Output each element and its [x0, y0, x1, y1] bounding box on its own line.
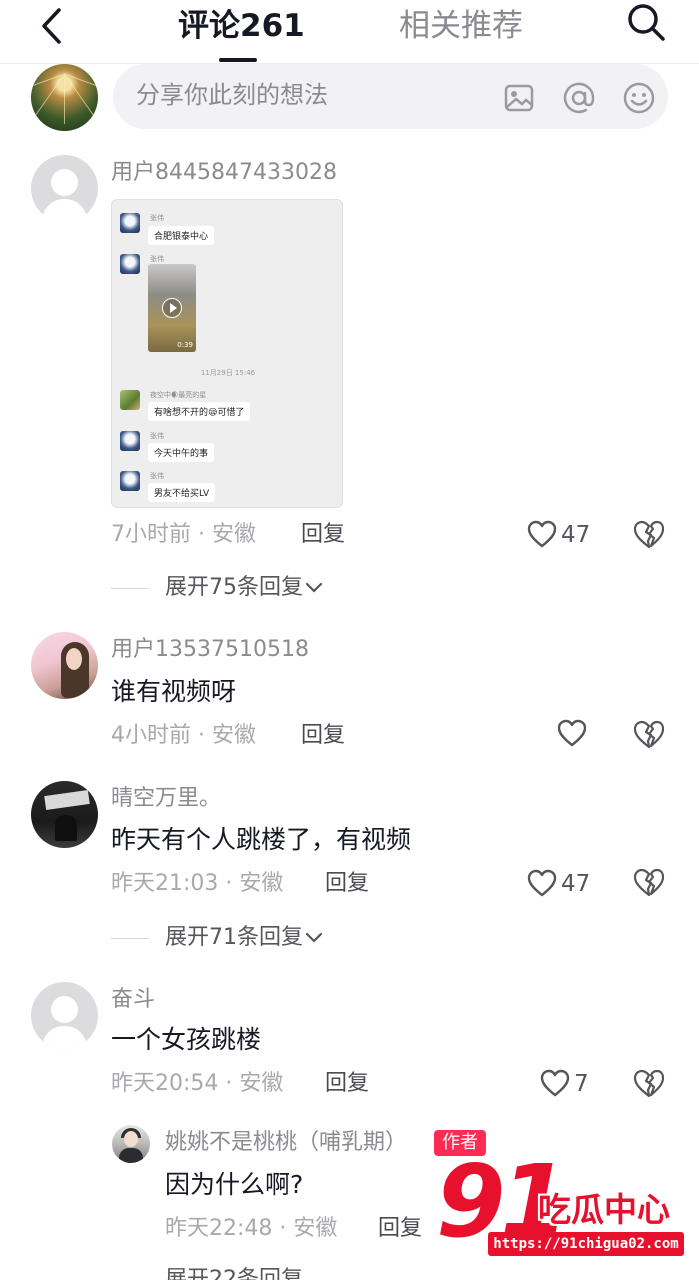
search-button[interactable]: [624, 0, 668, 44]
video-duration: 0:39: [177, 341, 193, 349]
chat-sender-name: 张伟: [150, 255, 164, 263]
reply-username[interactable]: 姚姚不是桃桃（哺乳期）: [165, 1127, 407, 1159]
expand-replies-label: 展开75条回复: [165, 575, 303, 600]
expand-replies-button[interactable]: 展开75条回复: [111, 572, 325, 604]
like-button[interactable]: 47: [527, 518, 590, 552]
chat-message: 有啥想不开的😪可惜了: [148, 402, 251, 421]
chevron-down-icon: [305, 582, 323, 593]
chat-timestamp: 11月29日 15:46: [200, 369, 256, 377]
commenter-avatar[interactable]: [31, 781, 98, 848]
reply-meta: 昨天22:48 · 安徽: [165, 1216, 338, 1241]
chat-video-thumbnail: 0:39: [148, 264, 196, 352]
chat-sender-name: 张伟: [150, 432, 164, 440]
top-nav-bar: 评论261 相关推荐: [0, 0, 699, 64]
commenter-avatar[interactable]: [31, 982, 98, 1049]
chat-avatar: [120, 213, 140, 233]
image-icon[interactable]: [502, 81, 536, 115]
reply-author-avatar[interactable]: [112, 1125, 150, 1163]
broken-heart-dislike-icon[interactable]: [632, 1067, 666, 1101]
broken-heart-dislike-icon[interactable]: [632, 518, 666, 552]
like-button[interactable]: 7: [540, 1067, 589, 1101]
reply-button[interactable]: 回复: [301, 519, 345, 551]
comment-meta: 7小时前 · 安徽: [111, 522, 256, 547]
like-button[interactable]: 47: [527, 867, 590, 901]
comment-meta: 4小时前 · 安徽: [111, 723, 256, 748]
heart-icon: [540, 1069, 570, 1097]
chat-message: 男友不给买LV: [148, 483, 216, 502]
comment-meta: 昨天20:54 · 安徽: [111, 1071, 284, 1096]
broken-heart-dislike-icon[interactable]: [632, 718, 666, 752]
reply-button[interactable]: 回复: [378, 1213, 422, 1245]
heart-icon: [527, 520, 557, 548]
like-count: 47: [561, 522, 591, 548]
comment-username[interactable]: 晴空万里。: [111, 783, 221, 815]
chevron-down-icon: [305, 932, 323, 943]
heart-icon[interactable]: [557, 719, 587, 749]
expand-replies-label: 展开71条回复: [165, 925, 303, 950]
chat-sender-name: 张伟: [150, 472, 164, 480]
search-icon: [628, 4, 665, 41]
tab-related-recommendations[interactable]: 相关推荐: [399, 4, 523, 48]
chat-avatar: [120, 390, 140, 410]
chat-sender-name: 张伟: [150, 214, 164, 222]
chat-avatar: [120, 431, 140, 451]
reply-button[interactable]: 回复: [325, 1068, 369, 1100]
comment-meta: 昨天21:03 · 安徽: [111, 871, 284, 896]
reply-button[interactable]: 回复: [325, 868, 369, 900]
expand-replies-button[interactable]: 展开22条回复: [165, 1264, 303, 1280]
comment-username[interactable]: 奋斗: [111, 984, 155, 1016]
comment-image-chat-screenshot[interactable]: 张伟 合肥银泰中心 张伟 0:39 11月29日 15:46 夜空中🌒最亮的星 …: [111, 199, 343, 508]
watermark-url: https://91chigua02.com: [488, 1232, 684, 1256]
expand-replies-label: 展开22条回复: [165, 1267, 303, 1280]
expand-replies-button[interactable]: 展开71条回复: [111, 922, 325, 954]
reply-button[interactable]: 回复: [301, 720, 345, 752]
back-button[interactable]: [34, 4, 68, 48]
comment-input-placeholder: 分享你此刻的想法: [136, 81, 328, 109]
emoji-icon[interactable]: [622, 81, 656, 115]
tab-comments[interactable]: 评论261: [178, 4, 305, 48]
current-user-avatar[interactable]: [31, 64, 98, 131]
watermark-logo-text: 吃瓜中心: [538, 1190, 670, 1229]
commenter-avatar[interactable]: [31, 155, 98, 222]
reply-text: 因为什么啊?: [165, 1170, 304, 1199]
like-count: 7: [574, 1071, 589, 1097]
chat-avatar: [120, 471, 140, 491]
comment-username[interactable]: 用户13537510518: [111, 634, 309, 666]
active-tab-indicator: [219, 58, 257, 62]
heart-icon: [527, 869, 557, 897]
chevron-left-icon: [42, 8, 61, 44]
chat-message: 合肥银泰中心: [148, 226, 215, 245]
commenter-avatar[interactable]: [31, 632, 98, 699]
comment-username[interactable]: 用户8445847433028: [111, 157, 337, 189]
comment-text: 谁有视频呀: [111, 677, 237, 706]
chat-message: 今天中午的事: [148, 443, 215, 462]
comment-text: 一个女孩跳楼: [111, 1025, 262, 1054]
broken-heart-dislike-icon[interactable]: [632, 866, 666, 900]
like-count: 47: [561, 871, 591, 897]
chat-sender-name: 夜空中🌒最亮的星: [150, 391, 207, 399]
comment-text: 昨天有个人跳楼了，有视频: [111, 825, 412, 854]
at-icon[interactable]: [562, 81, 596, 115]
chat-avatar: [120, 254, 140, 274]
play-icon: [162, 298, 182, 318]
